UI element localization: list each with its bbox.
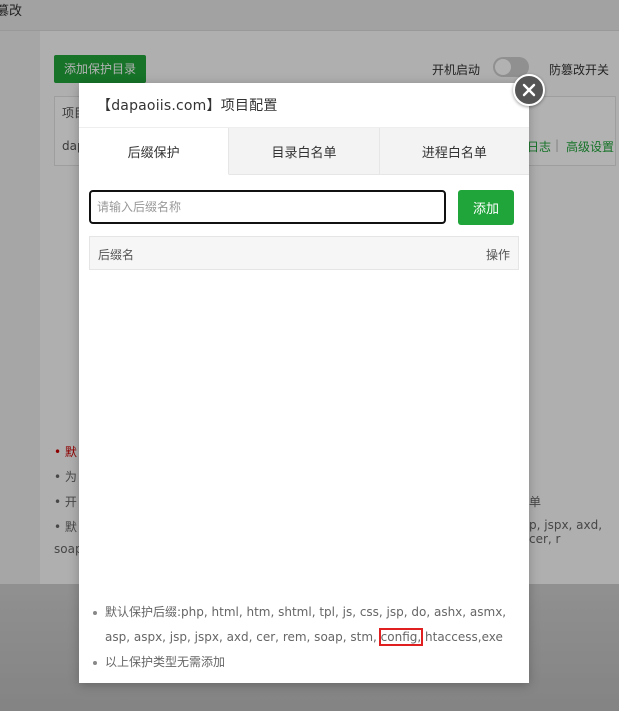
tab-process-whitelist[interactable]: 进程白名单 [380,128,529,174]
column-operation: 操作 [485,248,510,262]
tip-no-need: 以上保护类型无需添加 [93,650,525,675]
dialog-title: 【dapaoiis.com】项目配置 [97,98,278,114]
close-icon [522,83,536,97]
highlighted-suffix: config, [378,628,424,646]
tab-suffix-protect[interactable]: 后缀保护 [79,128,230,175]
close-button[interactable] [513,74,545,106]
add-suffix-button[interactable]: 添加 [458,190,514,225]
suffix-table-header: 后缀名 操作 [89,236,519,270]
project-config-dialog: 【dapaoiis.com】项目配置 后缀保护 目录白名单 进程白名单 添加 后… [79,74,545,683]
tips-list: 默认保护后缀:php, html, htm, shtml, tpl, js, c… [89,600,525,675]
column-suffix-name: 后缀名 [98,248,135,262]
tip-default-suffixes: 默认保护后缀:php, html, htm, shtml, tpl, js, c… [93,600,525,650]
tab-dir-whitelist[interactable]: 目录白名单 [229,128,380,174]
config-tabs: 后缀保护 目录白名单 进程白名单 [79,127,529,175]
suffix-input[interactable] [89,190,446,224]
